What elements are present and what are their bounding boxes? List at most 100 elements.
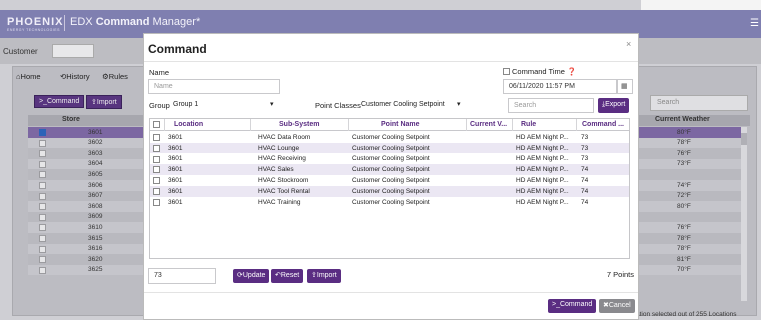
location-cell: 3601 xyxy=(168,155,183,163)
store-number: 3604 xyxy=(88,160,103,168)
help-icon: ❓ xyxy=(567,67,577,76)
hamburger-menu-icon[interactable]: ☰ xyxy=(750,18,759,29)
chevron-down-icon[interactable]: ▾ xyxy=(270,100,274,108)
grid-row[interactable]: 3601 HVAC Sales Customer Cooling Setpoint H… xyxy=(150,164,629,176)
col-point-name[interactable]: Point Name xyxy=(381,121,420,128)
select-all-checkbox[interactable] xyxy=(153,121,160,128)
command-time-label: Command Time ❓ xyxy=(512,67,577,76)
col-current-value[interactable]: Current V... xyxy=(470,121,507,128)
row-checkbox[interactable] xyxy=(153,166,160,174)
grid-row[interactable]: 3601 HVAC Tool Rental Customer Cooling Set… xyxy=(150,186,629,197)
point-name-cell: Customer Cooling Setpoint xyxy=(352,166,430,174)
current-weather: 72°F xyxy=(677,192,691,200)
row-checkbox[interactable] xyxy=(153,134,160,141)
row-checkbox[interactable] xyxy=(39,203,46,211)
row-checkbox[interactable] xyxy=(39,266,46,274)
row-checkbox[interactable] xyxy=(153,144,160,152)
row-checkbox[interactable] xyxy=(39,213,46,221)
row-checkbox[interactable] xyxy=(39,192,46,200)
import-button[interactable]: ⇪Import xyxy=(307,269,341,283)
point-name-cell: Customer Cooling Setpoint xyxy=(352,187,430,195)
modal-title: Command xyxy=(148,42,207,56)
chevron-down-icon[interactable]: ▾ xyxy=(457,100,461,108)
group-select[interactable]: Group 1 xyxy=(173,101,198,108)
row-checkbox[interactable] xyxy=(39,224,46,232)
grid-row[interactable]: 3601 HVAC Data Room Customer Cooling Setpo… xyxy=(150,132,629,143)
tab-history[interactable]: ⟲History xyxy=(60,72,90,81)
col-subsystem[interactable]: Sub-System xyxy=(279,121,319,128)
reset-button[interactable]: ↶Reset xyxy=(271,269,304,283)
row-checkbox[interactable] xyxy=(39,171,46,179)
store-number: 3625 xyxy=(88,266,103,274)
col-command[interactable]: Command ... xyxy=(582,121,624,128)
bg-scrollbar[interactable] xyxy=(741,127,747,301)
row-checkbox[interactable] xyxy=(39,235,46,242)
row-checkbox[interactable] xyxy=(39,150,46,158)
column-divider xyxy=(512,119,513,131)
row-checkbox[interactable] xyxy=(39,129,46,136)
command-time-input[interactable]: 06/11/2020 11:57 PM xyxy=(503,79,617,94)
grid-row[interactable]: 3601 HVAC Receiving Customer Cooling Setpo… xyxy=(150,154,629,165)
bg-command-button[interactable]: >_Command xyxy=(34,95,85,108)
store-number: 3605 xyxy=(88,170,103,178)
app-title-prefix: EDX xyxy=(70,16,93,28)
row-checkbox[interactable] xyxy=(153,188,160,195)
point-name-cell: Customer Cooling Setpoint xyxy=(352,155,430,163)
name-input[interactable]: Name xyxy=(148,79,280,94)
location-cell: 3601 xyxy=(168,166,183,174)
command-value-cell: 73 xyxy=(581,133,589,141)
subsystem-cell: HVAC Tool Rental xyxy=(258,187,310,195)
search-input[interactable]: Search xyxy=(508,98,594,113)
calendar-icon[interactable]: ▦ xyxy=(617,79,633,94)
point-classes-select[interactable]: Customer Cooling Setpoint xyxy=(361,101,445,108)
store-number: 3620 xyxy=(88,255,103,263)
command-value-input[interactable]: 73 xyxy=(148,268,216,284)
rule-cell: HD AEM Night P... xyxy=(516,187,569,195)
row-checkbox[interactable] xyxy=(153,155,160,163)
row-checkbox[interactable] xyxy=(39,160,46,168)
row-checkbox[interactable] xyxy=(39,256,46,264)
row-checkbox[interactable] xyxy=(39,139,46,147)
location-cell: 3601 xyxy=(168,176,183,184)
command-value-cell: 74 xyxy=(581,198,589,206)
rule-cell: HD AEM Night P... xyxy=(516,144,569,152)
store-number: 3602 xyxy=(88,139,103,147)
update-button[interactable]: ⟳Update xyxy=(233,269,270,283)
row-checkbox[interactable] xyxy=(39,182,46,189)
col-rule[interactable]: Rule xyxy=(521,121,536,128)
grid-row[interactable]: 3601 HVAC Training Customer Cooling Setpoi… xyxy=(150,197,629,208)
rule-cell: HD AEM Night P... xyxy=(516,176,569,184)
command-value-cell: 74 xyxy=(581,176,589,184)
bg-search-input[interactable]: Search xyxy=(650,95,748,111)
cancel-button[interactable]: ✖Cancel xyxy=(599,299,635,313)
bg-header-weather: Current Weather xyxy=(655,116,710,123)
bg-header-store: Store xyxy=(62,116,80,123)
row-checkbox[interactable] xyxy=(39,245,46,253)
bg-scroll-thumb[interactable] xyxy=(741,133,747,145)
grid-row[interactable]: 3601 HVAC Stockroom Customer Cooling Setpo… xyxy=(150,175,629,186)
close-icon[interactable]: × xyxy=(626,39,631,49)
command-time-checkbox[interactable] xyxy=(503,68,510,75)
store-number: 3615 xyxy=(88,234,103,242)
row-checkbox[interactable] xyxy=(153,198,160,206)
row-checkbox[interactable] xyxy=(153,177,160,185)
export-button[interactable]: ⤓Export xyxy=(598,98,630,113)
grid-row[interactable]: 3601 HVAC Lounge Customer Cooling Setpoint… xyxy=(150,142,629,154)
subsystem-cell: HVAC Data Room xyxy=(258,133,311,141)
col-location[interactable]: Location xyxy=(174,121,203,128)
customer-select[interactable] xyxy=(52,44,94,58)
column-divider xyxy=(348,119,349,131)
store-number: 3609 xyxy=(88,213,103,221)
tab-rules[interactable]: ⚙Rules xyxy=(102,72,128,81)
rule-cell: HD AEM Night P... xyxy=(516,155,569,163)
command-submit-button[interactable]: >_Command xyxy=(548,299,597,313)
tab-home[interactable]: ⌂Home xyxy=(16,72,41,81)
subsystem-cell: HVAC Stockroom xyxy=(258,176,309,184)
current-weather: 76°F xyxy=(677,149,691,157)
store-number: 3616 xyxy=(88,245,103,253)
app-title: EDX Command Manager* xyxy=(70,16,200,28)
current-weather: 73°F xyxy=(677,160,691,168)
name-label: Name xyxy=(149,68,170,77)
bg-import-button[interactable]: ⇪Import xyxy=(86,95,122,109)
command-value-cell: 73 xyxy=(581,155,589,163)
